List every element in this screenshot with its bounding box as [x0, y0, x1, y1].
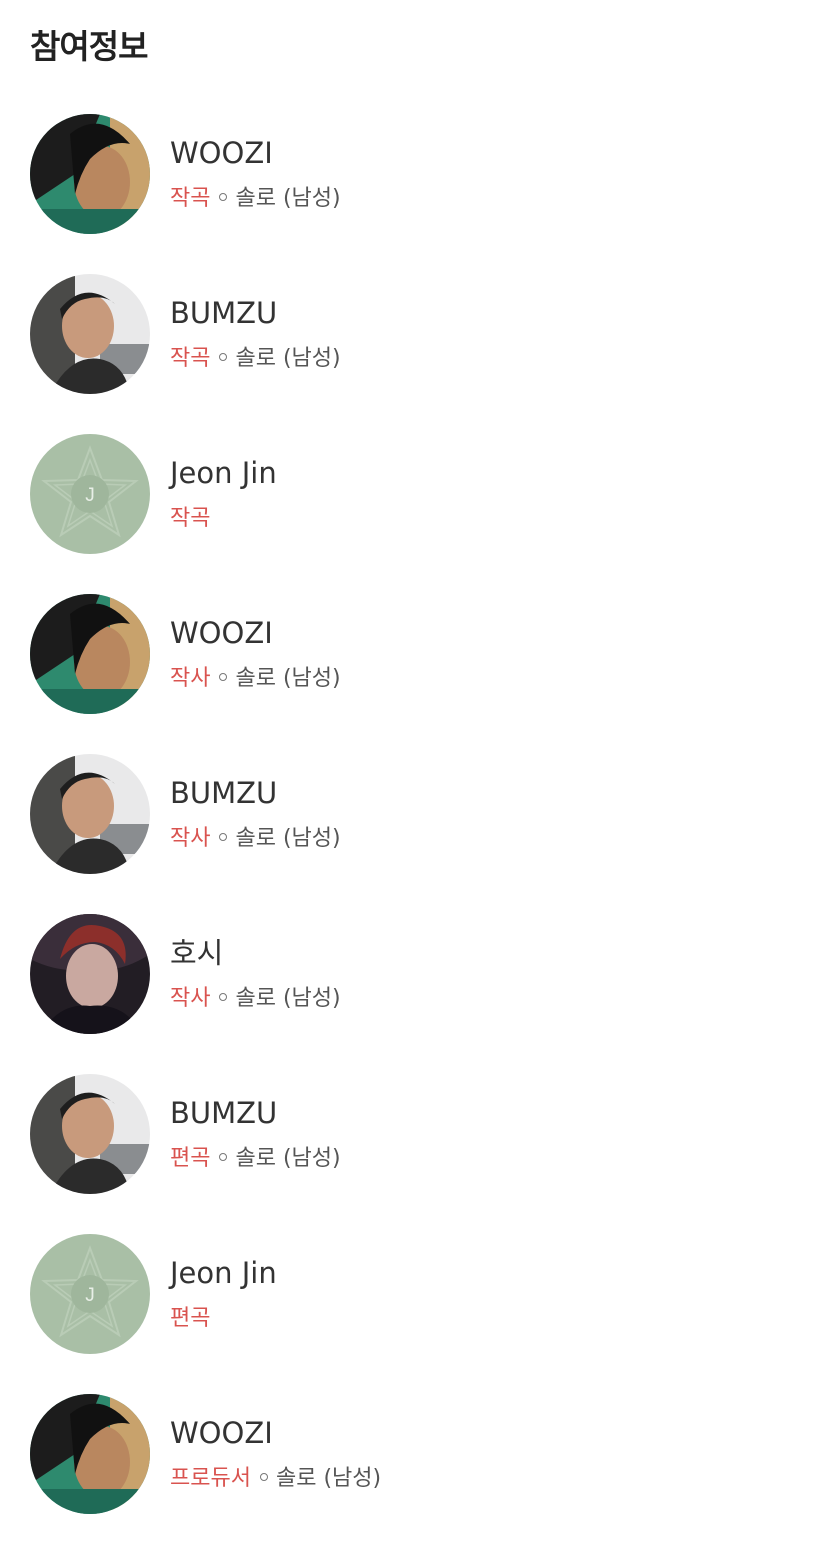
default-artist-avatar-icon: J: [30, 1234, 150, 1354]
artist-avatar-placeholder[interactable]: J: [30, 1234, 150, 1354]
artist-name[interactable]: 호시: [170, 934, 223, 972]
bumzu-photo-icon: [30, 754, 150, 874]
separator-dot-icon: [219, 353, 228, 361]
credit-item[interactable]: 호시 작사 솔로 (남성): [0, 914, 828, 1074]
avatar-initial: J: [85, 1285, 95, 1306]
artist-type: 솔로 (남성): [275, 1466, 382, 1491]
credit-role: 작곡: [170, 346, 211, 371]
artist-avatar-hoshi[interactable]: [30, 914, 150, 1034]
bumzu-photo-icon: [30, 274, 150, 394]
artist-name[interactable]: Jeon Jin: [170, 1254, 277, 1292]
artist-avatar-woozi[interactable]: [30, 114, 150, 234]
hoshi-photo-icon: [30, 914, 150, 1034]
separator-dot-icon: [219, 1153, 228, 1161]
credit-meta: 편곡 솔로 (남성): [170, 1144, 341, 1174]
woozi-photo-icon: [30, 594, 150, 714]
artist-type: 솔로 (남성): [235, 826, 341, 851]
separator-dot-icon: [219, 673, 228, 681]
artist-avatar-bumzu[interactable]: [30, 1074, 150, 1194]
artist-type: 솔로 (남성): [235, 986, 341, 1011]
artist-name[interactable]: BUMZU: [170, 774, 277, 812]
artist-avatar-bumzu[interactable]: [30, 754, 150, 874]
credit-role: 편곡: [170, 1146, 211, 1171]
credit-role: 작곡: [170, 186, 211, 211]
credit-item[interactable]: BUMZU 작사 솔로 (남성): [0, 754, 828, 914]
credit-role: 작사: [170, 826, 211, 851]
credit-item[interactable]: WOOZI 작사 솔로 (남성): [0, 594, 828, 754]
woozi-photo-icon: [30, 1394, 150, 1514]
avatar-initial: J: [85, 485, 95, 506]
credit-meta: 편곡: [170, 1304, 210, 1334]
artist-type: 솔로 (남성): [235, 1146, 341, 1171]
credit-item[interactable]: BUMZU 편곡 솔로 (남성): [0, 1074, 828, 1234]
credit-item[interactable]: WOOZI 작곡 솔로 (남성): [0, 114, 828, 274]
credit-meta: 작사 솔로 (남성): [170, 664, 341, 694]
credit-meta: 작사 솔로 (남성): [170, 824, 341, 854]
section-title: 참여정보: [30, 27, 148, 66]
credit-list: WOOZI 작곡 솔로 (남성) BUMZU 작곡 솔로 (남성) J Jeon…: [0, 114, 828, 1554]
credit-meta: 작곡 솔로 (남성): [170, 184, 341, 214]
credit-role: 작사: [170, 986, 211, 1011]
separator-dot-icon: [219, 833, 228, 841]
credit-role: 프로듀서: [170, 1466, 251, 1491]
artist-name[interactable]: WOOZI: [170, 614, 273, 652]
credit-item[interactable]: J Jeon Jin 작곡: [0, 434, 828, 594]
credit-role: 편곡: [170, 1306, 211, 1331]
woozi-photo-icon: [30, 114, 150, 234]
separator-dot-icon: [219, 993, 228, 1001]
artist-type: 솔로 (남성): [235, 186, 341, 211]
credit-meta: 작곡: [170, 504, 210, 534]
artist-name[interactable]: Jeon Jin: [170, 454, 277, 492]
credit-item[interactable]: WOOZI 프로듀서 솔로 (남성): [0, 1394, 828, 1554]
artist-name[interactable]: WOOZI: [170, 134, 273, 172]
credit-role: 작곡: [170, 506, 211, 531]
artist-name[interactable]: WOOZI: [170, 1414, 273, 1452]
artist-avatar-woozi[interactable]: [30, 1394, 150, 1514]
artist-name[interactable]: BUMZU: [170, 1094, 277, 1132]
credit-meta: 프로듀서 솔로 (남성): [170, 1464, 381, 1494]
credit-meta: 작곡 솔로 (남성): [170, 344, 341, 374]
artist-avatar-woozi[interactable]: [30, 594, 150, 714]
separator-dot-icon: [219, 193, 228, 201]
default-artist-avatar-icon: J: [30, 434, 150, 554]
bumzu-photo-icon: [30, 1074, 150, 1194]
artist-type: 솔로 (남성): [235, 666, 341, 691]
artist-avatar-bumzu[interactable]: [30, 274, 150, 394]
artist-type: 솔로 (남성): [235, 346, 341, 371]
credit-meta: 작사 솔로 (남성): [170, 984, 341, 1014]
separator-dot-icon: [259, 1473, 268, 1481]
credit-item[interactable]: BUMZU 작곡 솔로 (남성): [0, 274, 828, 434]
credit-item[interactable]: J Jeon Jin 편곡: [0, 1234, 828, 1394]
artist-name[interactable]: BUMZU: [170, 294, 277, 332]
artist-avatar-placeholder[interactable]: J: [30, 434, 150, 554]
credit-role: 작사: [170, 666, 211, 691]
